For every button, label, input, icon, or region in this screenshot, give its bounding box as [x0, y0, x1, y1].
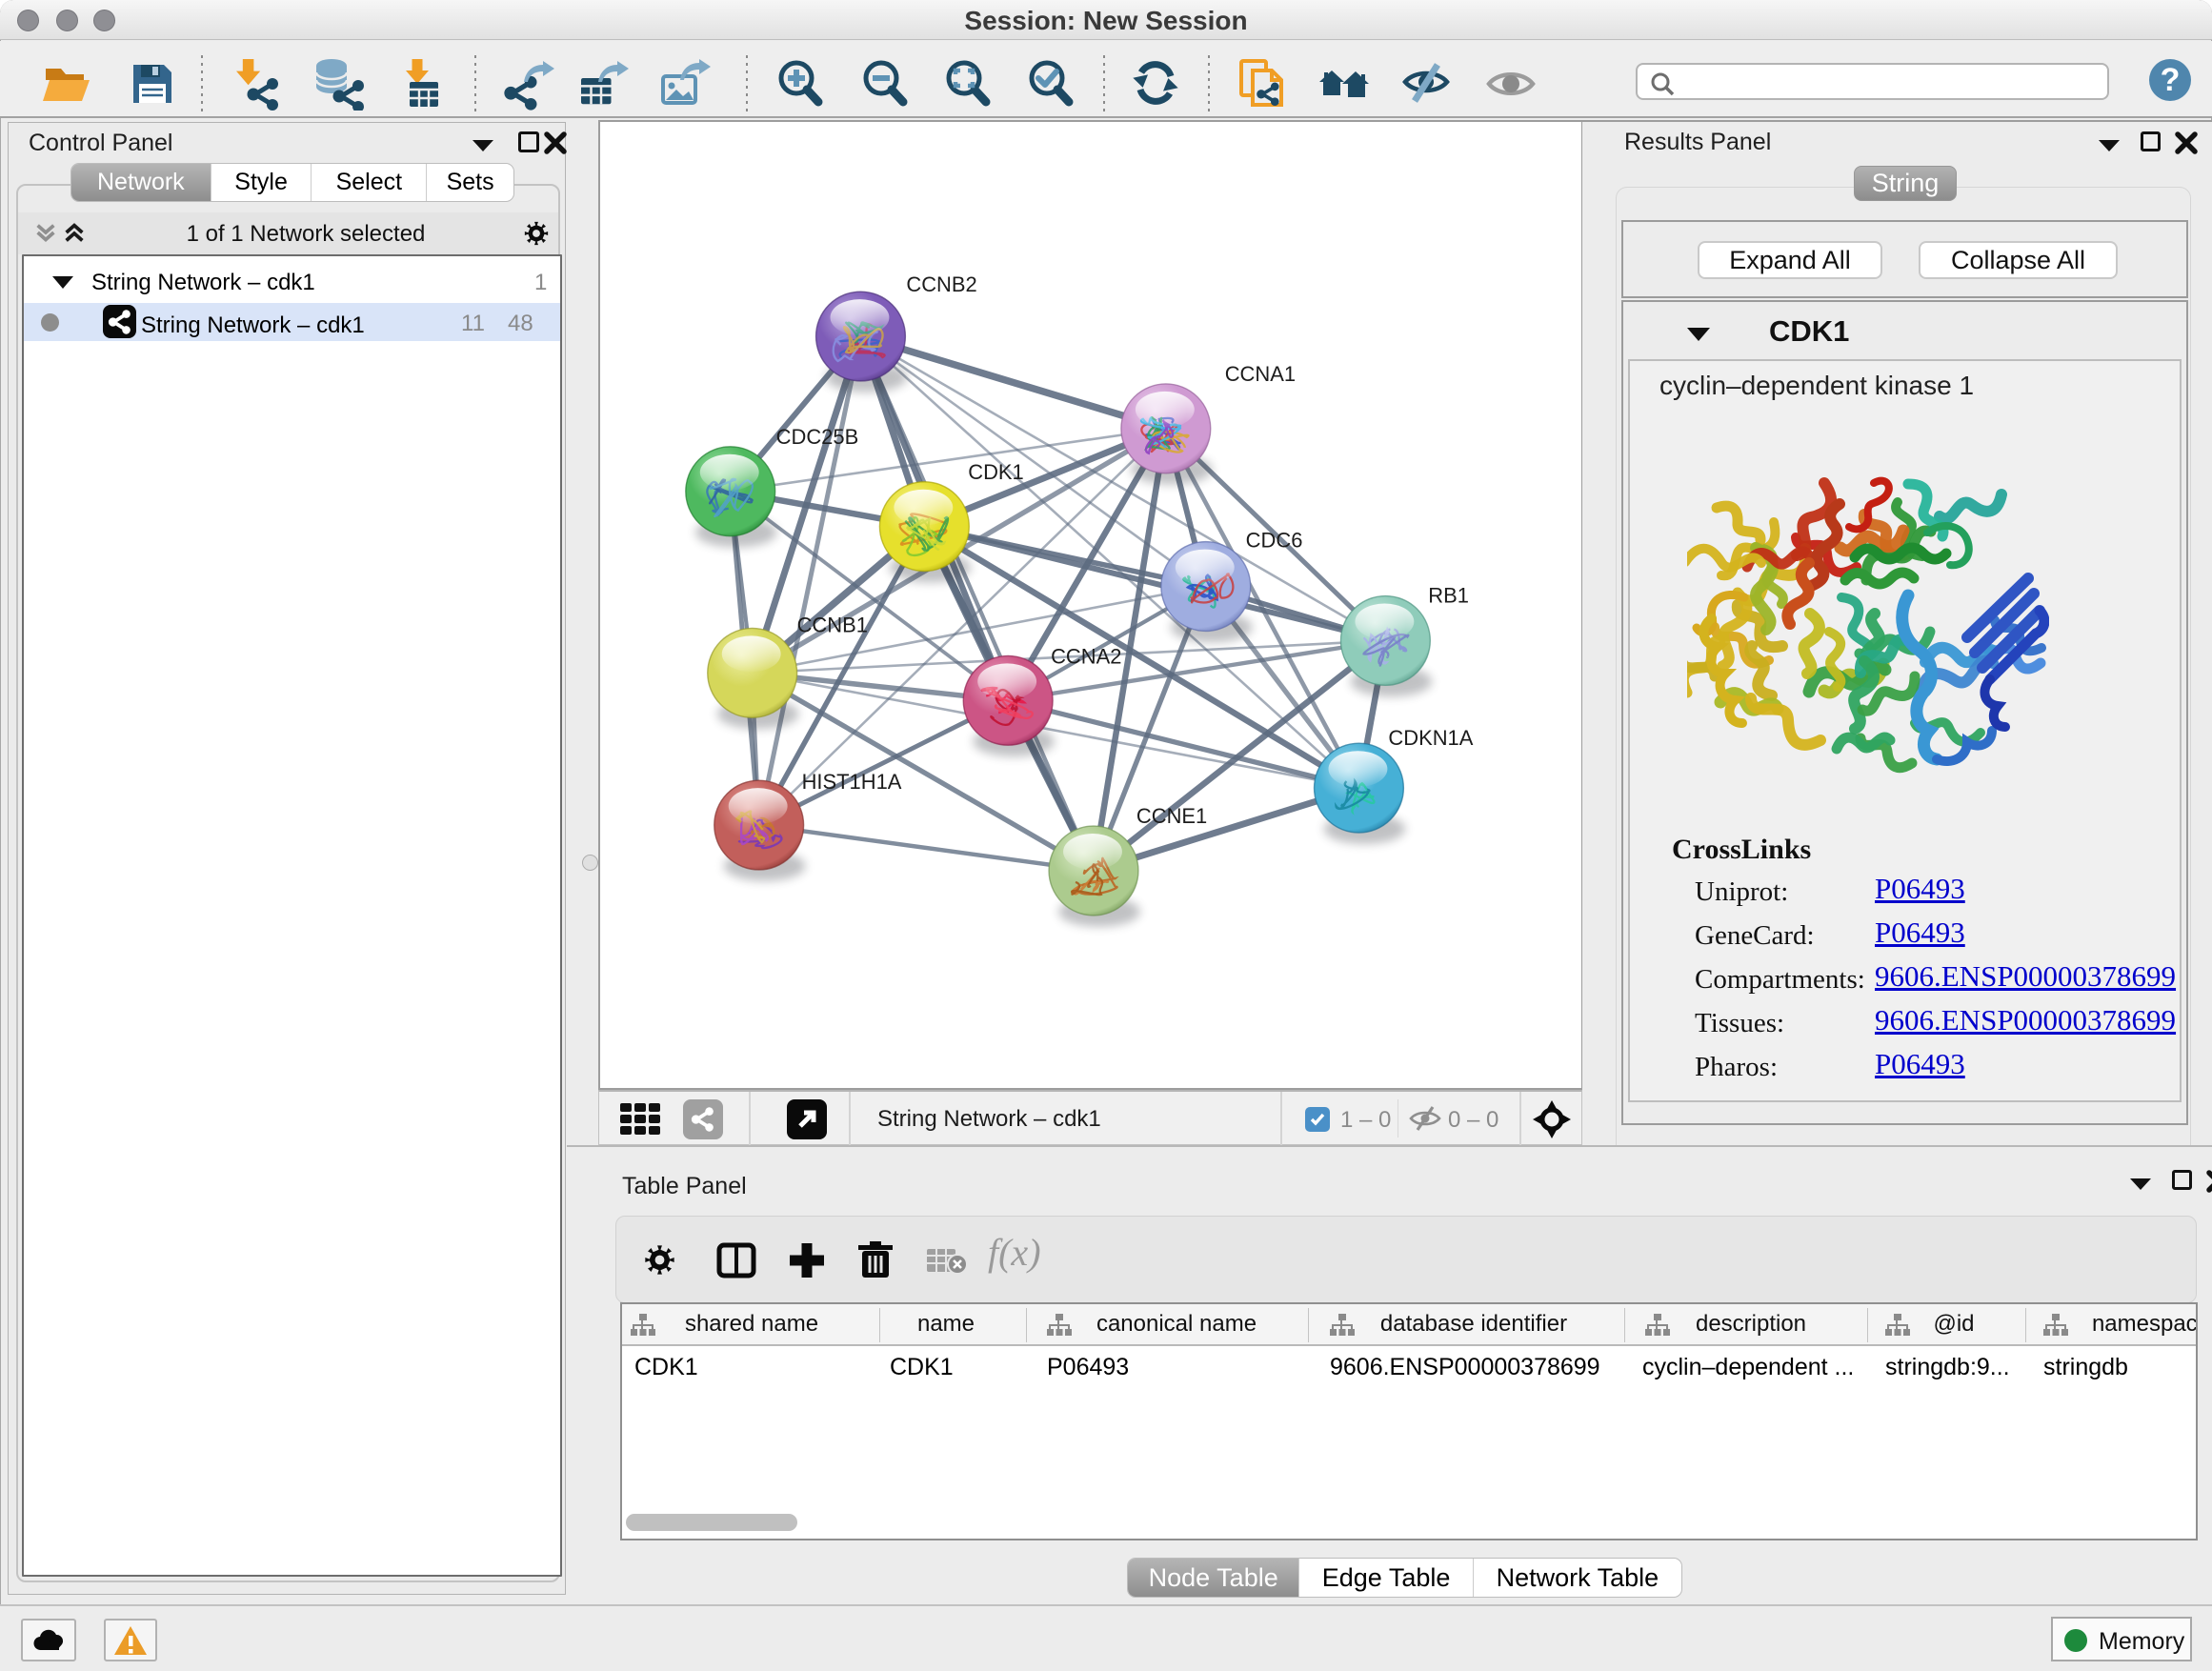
svg-text:CCNA1: CCNA1	[1225, 362, 1296, 386]
svg-text:CDC6: CDC6	[1246, 529, 1303, 553]
svg-text:CCNA2: CCNA2	[1051, 644, 1121, 668]
svg-text:CDKN1A: CDKN1A	[1388, 726, 1473, 750]
svg-text:RB1: RB1	[1428, 584, 1469, 608]
svg-text:HIST1H1A: HIST1H1A	[802, 770, 902, 794]
svg-text:CCNE1: CCNE1	[1136, 804, 1207, 828]
svg-text:CDC25B: CDC25B	[776, 425, 859, 449]
svg-text:CDK1: CDK1	[968, 460, 1024, 484]
svg-text:CCNB1: CCNB1	[797, 613, 868, 636]
svg-text:CCNB2: CCNB2	[906, 272, 976, 296]
